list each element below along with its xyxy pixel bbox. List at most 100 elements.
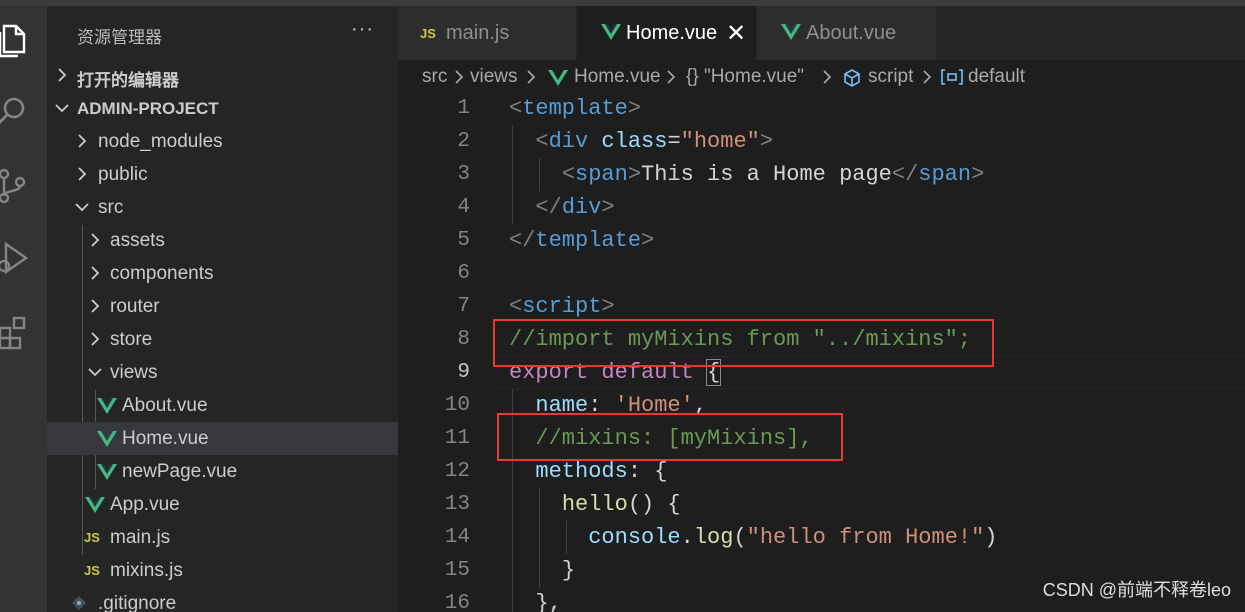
chevron-right-icon xyxy=(91,299,100,313)
tree-item-home-vue[interactable]: Home.vue xyxy=(47,422,398,455)
search-icon[interactable] xyxy=(0,86,47,136)
code-line-3: <span>This is a Home page</span> xyxy=(561,162,985,187)
watermark: CSDN @前端不释卷leo xyxy=(1042,580,1231,600)
tree-item-label: router xyxy=(110,296,160,317)
tree-item-newpage-vue[interactable]: newPage.vue xyxy=(47,455,398,488)
object-name: console xyxy=(588,525,681,550)
chevron-right-icon xyxy=(527,70,536,84)
tab-label: Home.vue xyxy=(626,22,718,44)
breadcrumb-item-src[interactable]: src xyxy=(422,66,447,88)
source-control-icon[interactable] xyxy=(0,160,47,210)
tag-name: span xyxy=(575,162,628,187)
js-icon: JS xyxy=(420,26,436,41)
project-section[interactable]: ADMIN-PROJECT xyxy=(47,92,398,125)
tag-name: div xyxy=(548,129,589,154)
tree-item-assets[interactable]: assets xyxy=(47,224,398,257)
line-number: 13 xyxy=(444,493,470,516)
explorer-icon[interactable] xyxy=(0,14,47,64)
js-icon: JS xyxy=(84,563,100,578)
tree-item-label: components xyxy=(110,263,214,284)
tab-label: main.js xyxy=(446,22,510,44)
vue-icon xyxy=(97,398,117,414)
chevron-right-icon xyxy=(455,70,464,84)
tree-item-views[interactable]: views xyxy=(47,356,398,389)
tree-item-main-js[interactable]: JS main.js xyxy=(47,521,398,554)
tree-item-label: node_modules xyxy=(98,131,223,152)
close-tab-icon[interactable]: ✕ xyxy=(726,19,746,48)
tree-item-about-vue[interactable]: About.vue xyxy=(47,389,398,422)
function-name: log xyxy=(693,525,734,550)
tree-item-label: assets xyxy=(110,230,165,251)
line-number: 1 xyxy=(457,97,470,120)
breadcrumb-item-views[interactable]: views xyxy=(470,66,518,88)
line-number: 10 xyxy=(444,394,470,417)
variable-icon xyxy=(941,69,963,85)
tree-item-router[interactable]: router xyxy=(47,290,398,323)
open-editors-section[interactable]: 打开的编辑器 xyxy=(47,59,398,92)
code-line-12: methods: { xyxy=(535,459,668,484)
code-line-4: </div> xyxy=(535,195,615,220)
tag-name: template xyxy=(535,228,642,253)
line-number: 2 xyxy=(457,130,470,153)
tree-item-node-modules[interactable]: node_modules xyxy=(47,125,398,158)
tab-home-vue[interactable]: Home.vue ✕ xyxy=(577,6,756,60)
breadcrumb-item-script[interactable]: script xyxy=(868,66,913,88)
chevron-right-icon xyxy=(91,332,100,346)
chevron-right-icon xyxy=(91,266,100,280)
tree-item-label: mixins.js xyxy=(110,560,183,581)
open-editors-label: 打开的编辑器 xyxy=(77,71,179,90)
tree-item-src[interactable]: src xyxy=(47,191,398,224)
closing-brace: }, xyxy=(535,591,562,612)
more-actions-button[interactable]: ··· xyxy=(351,18,374,41)
tree-item-label: main.js xyxy=(110,527,171,548)
code-line-14: console.log("hello from Home!") xyxy=(588,525,998,550)
tab-about-vue[interactable]: About.vue xyxy=(757,6,936,60)
chevron-right-icon xyxy=(78,167,87,181)
code-line-16: }, xyxy=(509,591,562,612)
code-line-2: <div class="home"> xyxy=(535,129,774,154)
line-number: 6 xyxy=(457,262,470,285)
tree-item-store[interactable]: store xyxy=(47,323,398,356)
tree-item-components[interactable]: components xyxy=(47,257,398,290)
tree-item-label: newPage.vue xyxy=(122,461,238,482)
string-value: "hello from Home!" xyxy=(746,525,985,550)
code-line-5: </template> xyxy=(509,228,655,253)
tree-item-app-vue[interactable]: App.vue xyxy=(47,488,398,521)
tree-item-public[interactable]: public xyxy=(47,158,398,191)
chevron-right-icon xyxy=(58,68,67,82)
chevron-down-icon xyxy=(75,203,89,212)
git-icon xyxy=(72,596,86,610)
attr-value: "home" xyxy=(680,129,760,154)
tree-item-label: App.vue xyxy=(110,494,180,515)
tree-item-label: views xyxy=(110,362,158,383)
line-number: 16 xyxy=(444,592,470,612)
line-number: 11 xyxy=(444,427,470,450)
line-number: 3 xyxy=(457,163,470,186)
cube-icon xyxy=(844,69,860,87)
tab-main-js[interactable]: JS main.js xyxy=(398,6,576,60)
run-debug-icon[interactable] xyxy=(0,232,47,282)
code-line-1: <template> xyxy=(509,96,642,121)
tag-name: template xyxy=(522,96,628,121)
attr-name: class xyxy=(601,129,668,154)
breadcrumb-item-file[interactable]: Home.vue xyxy=(574,66,661,88)
closing-brace: } xyxy=(561,558,576,583)
title-strip xyxy=(0,0,47,6)
tag-name: span xyxy=(918,162,972,187)
tree-item-gitignore[interactable]: .gitignore xyxy=(47,587,398,612)
vue-icon xyxy=(601,24,621,40)
line-number: 4 xyxy=(457,196,470,219)
chevron-right-icon xyxy=(91,233,100,247)
chevron-right-icon xyxy=(923,70,932,84)
line-number: 8 xyxy=(457,328,470,351)
tree-item-label: src xyxy=(98,197,124,218)
line-number: 14 xyxy=(444,526,470,549)
extensions-icon[interactable] xyxy=(0,304,47,354)
tag-name: div xyxy=(561,195,602,220)
breadcrumb-item-default[interactable]: default xyxy=(968,66,1025,88)
tree-item-mixins-js[interactable]: JS mixins.js xyxy=(47,554,398,587)
breadcrumb-item-module[interactable]: {} "Home.vue" xyxy=(686,66,804,88)
highlight-box-import xyxy=(493,319,994,367)
vue-icon xyxy=(97,464,117,480)
line-number-current: 9 xyxy=(457,361,470,384)
